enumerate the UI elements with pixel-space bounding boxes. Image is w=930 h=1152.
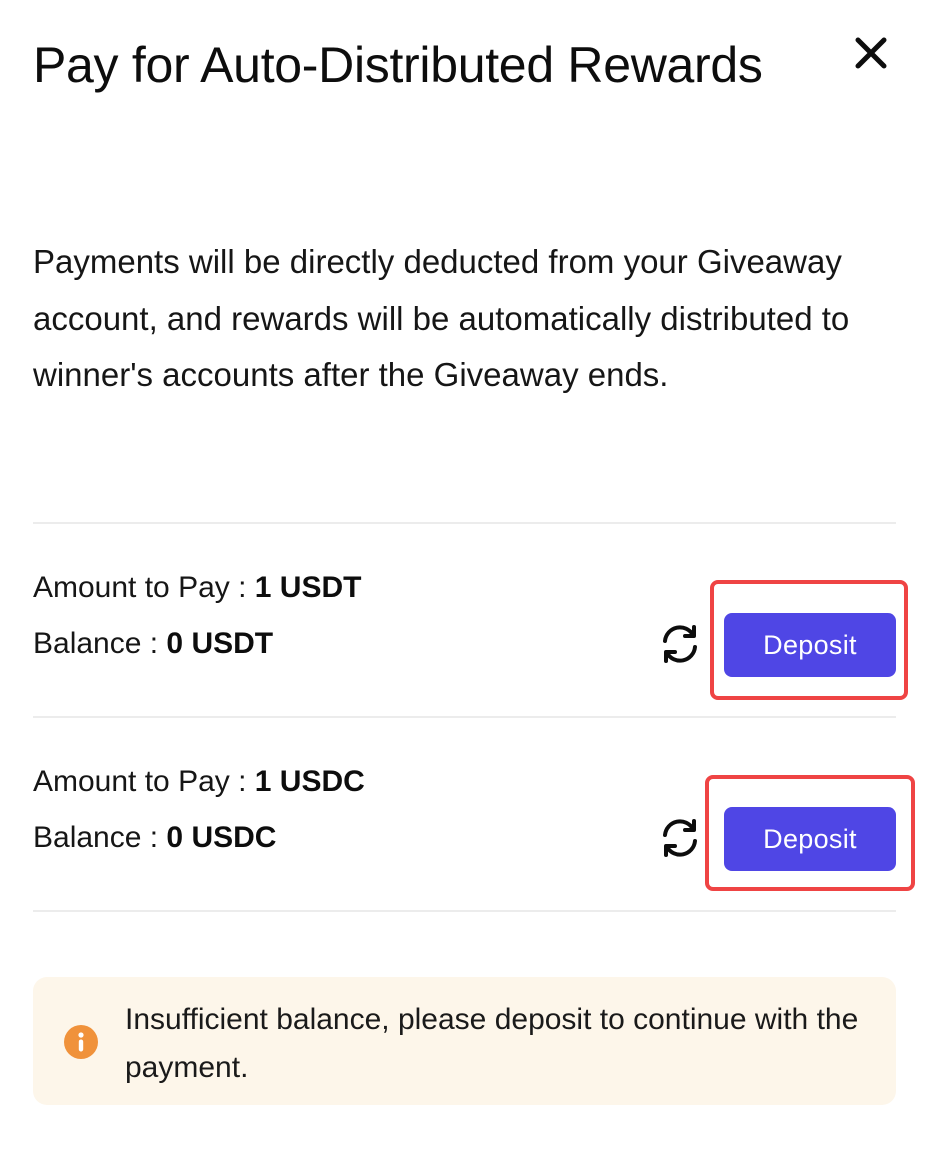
- payment-row-usdc: Amount to Pay : 1 USDC Balance : 0 USDC …: [33, 762, 915, 902]
- payment-row-usdt: Amount to Pay : 1 USDT Balance : 0 USDT …: [33, 568, 908, 708]
- notice-message: Insufficient balance, please deposit to …: [125, 1003, 859, 1084]
- amount-label: Amount to Pay :: [33, 571, 255, 604]
- close-button[interactable]: [848, 30, 894, 76]
- amount-value: 1 USDT: [254, 571, 362, 604]
- deposit-button[interactable]: Deposit: [724, 613, 896, 677]
- balance: Balance : 0 USDC: [33, 818, 276, 858]
- refresh-icon: [663, 819, 697, 857]
- amount-to-pay: Amount to Pay : 1 USDC: [33, 762, 365, 802]
- divider: [33, 716, 896, 718]
- divider: [33, 522, 896, 524]
- amount-to-pay: Amount to Pay : 1 USDT: [33, 568, 361, 608]
- amount-value: 1 USDC: [254, 765, 365, 798]
- info-icon: [64, 1025, 98, 1059]
- balance: Balance : 0 USDT: [33, 624, 273, 664]
- balance-label: Balance :: [33, 627, 167, 660]
- dialog-title: Pay for Auto-Distributed Rewards: [33, 37, 763, 93]
- pay-rewards-dialog: Pay for Auto-Distributed Rewards Payment…: [0, 0, 930, 1152]
- insufficient-balance-notice: Insufficient balance, please deposit to …: [33, 977, 896, 1105]
- balance-value: 0 USDT: [166, 627, 274, 660]
- dialog-description: Payments will be directly deducted from …: [33, 243, 850, 393]
- refresh-balance-button[interactable]: [657, 815, 703, 861]
- balance-value: 0 USDC: [166, 821, 277, 854]
- deposit-button[interactable]: Deposit: [724, 807, 896, 871]
- refresh-balance-button[interactable]: [657, 621, 703, 667]
- amount-label: Amount to Pay :: [33, 765, 255, 798]
- close-icon: [855, 37, 887, 69]
- refresh-icon: [663, 625, 697, 663]
- balance-label: Balance :: [33, 821, 167, 854]
- divider: [33, 910, 896, 912]
